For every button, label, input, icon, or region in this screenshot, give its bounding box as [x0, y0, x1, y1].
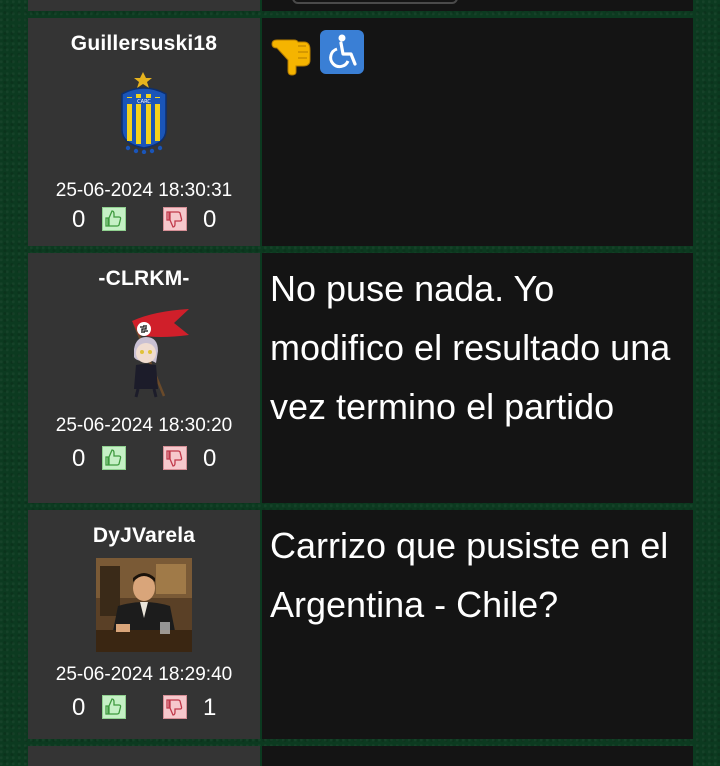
like-count: 0	[72, 445, 86, 472]
man-at-desk-photo[interactable]	[96, 558, 192, 652]
thumbs-up-icon[interactable]	[102, 207, 126, 231]
message-panel	[262, 746, 693, 766]
thumbs-down-icon[interactable]	[163, 446, 187, 470]
vote-bar: 0 0	[28, 444, 260, 474]
username[interactable]: DyJVarela	[28, 524, 260, 548]
previous-post-fragment	[28, 0, 693, 11]
comment-thread: Guillersuski18 CARC 25-06-2024 18:30:31 …	[28, 0, 693, 766]
comment-post: -CLRKM- 25-06-2024 18:30:20 0 0 No puse …	[28, 253, 693, 503]
thumbs-up-icon[interactable]	[102, 695, 126, 719]
comment-post: Guillersuski18 CARC 25-06-2024 18:30:31 …	[28, 18, 693, 246]
message-body: No puse nada. Yo modifico el resultado u…	[270, 268, 671, 427]
message-body: Carrizo que pusiste en el Argentina - Ch…	[270, 525, 669, 625]
wheelchair-icon	[320, 30, 364, 74]
rosario-central-crest-icon[interactable]: CARC	[116, 70, 172, 155]
message-panel: Carrizo que pusiste en el Argentina - Ch…	[262, 510, 693, 739]
dislike-count: 0	[203, 206, 217, 233]
flag-character-icon[interactable]	[94, 301, 194, 401]
user-panel: -CLRKM- 25-06-2024 18:30:20 0 0	[28, 253, 260, 503]
user-panel: DyJVarela 25-06-2024 18:29:40 0 1	[28, 510, 260, 739]
thumbs-up-icon[interactable]	[102, 446, 126, 470]
like-count: 0	[72, 694, 86, 721]
message-panel	[262, 18, 693, 246]
dislike-count: 0	[203, 445, 217, 472]
message-panel: No puse nada. Yo modifico el resultado u…	[262, 253, 693, 503]
vote-bar: 0 1	[28, 693, 260, 723]
user-panel: Guillersuski18 CARC 25-06-2024 18:30:31 …	[28, 18, 260, 246]
username[interactable]: Guillersuski18	[28, 32, 260, 56]
timestamp: 25-06-2024 18:30:31	[55, 180, 233, 201]
vote-bar: 0 0	[28, 205, 260, 235]
user-panel	[28, 746, 260, 766]
thumbs-down-icon[interactable]	[163, 695, 187, 719]
point-left-icon	[271, 39, 311, 76]
previous-post-button[interactable]	[292, 0, 458, 4]
comment-post: DyJVarela 25-06-2024 18:29:40 0 1 Carriz…	[28, 510, 693, 739]
username[interactable]: -CLRKM-	[28, 267, 260, 291]
timestamp: 25-06-2024 18:30:20	[55, 415, 233, 436]
message-body	[270, 30, 679, 76]
svg-text:CARC: CARC	[137, 99, 151, 105]
timestamp: 25-06-2024 18:29:40	[55, 664, 233, 685]
dislike-count: 1	[203, 694, 217, 721]
message-panel	[262, 0, 693, 11]
user-panel	[28, 0, 260, 11]
thumbs-down-icon[interactable]	[163, 207, 187, 231]
next-post-fragment	[28, 746, 693, 766]
like-count: 0	[72, 206, 86, 233]
